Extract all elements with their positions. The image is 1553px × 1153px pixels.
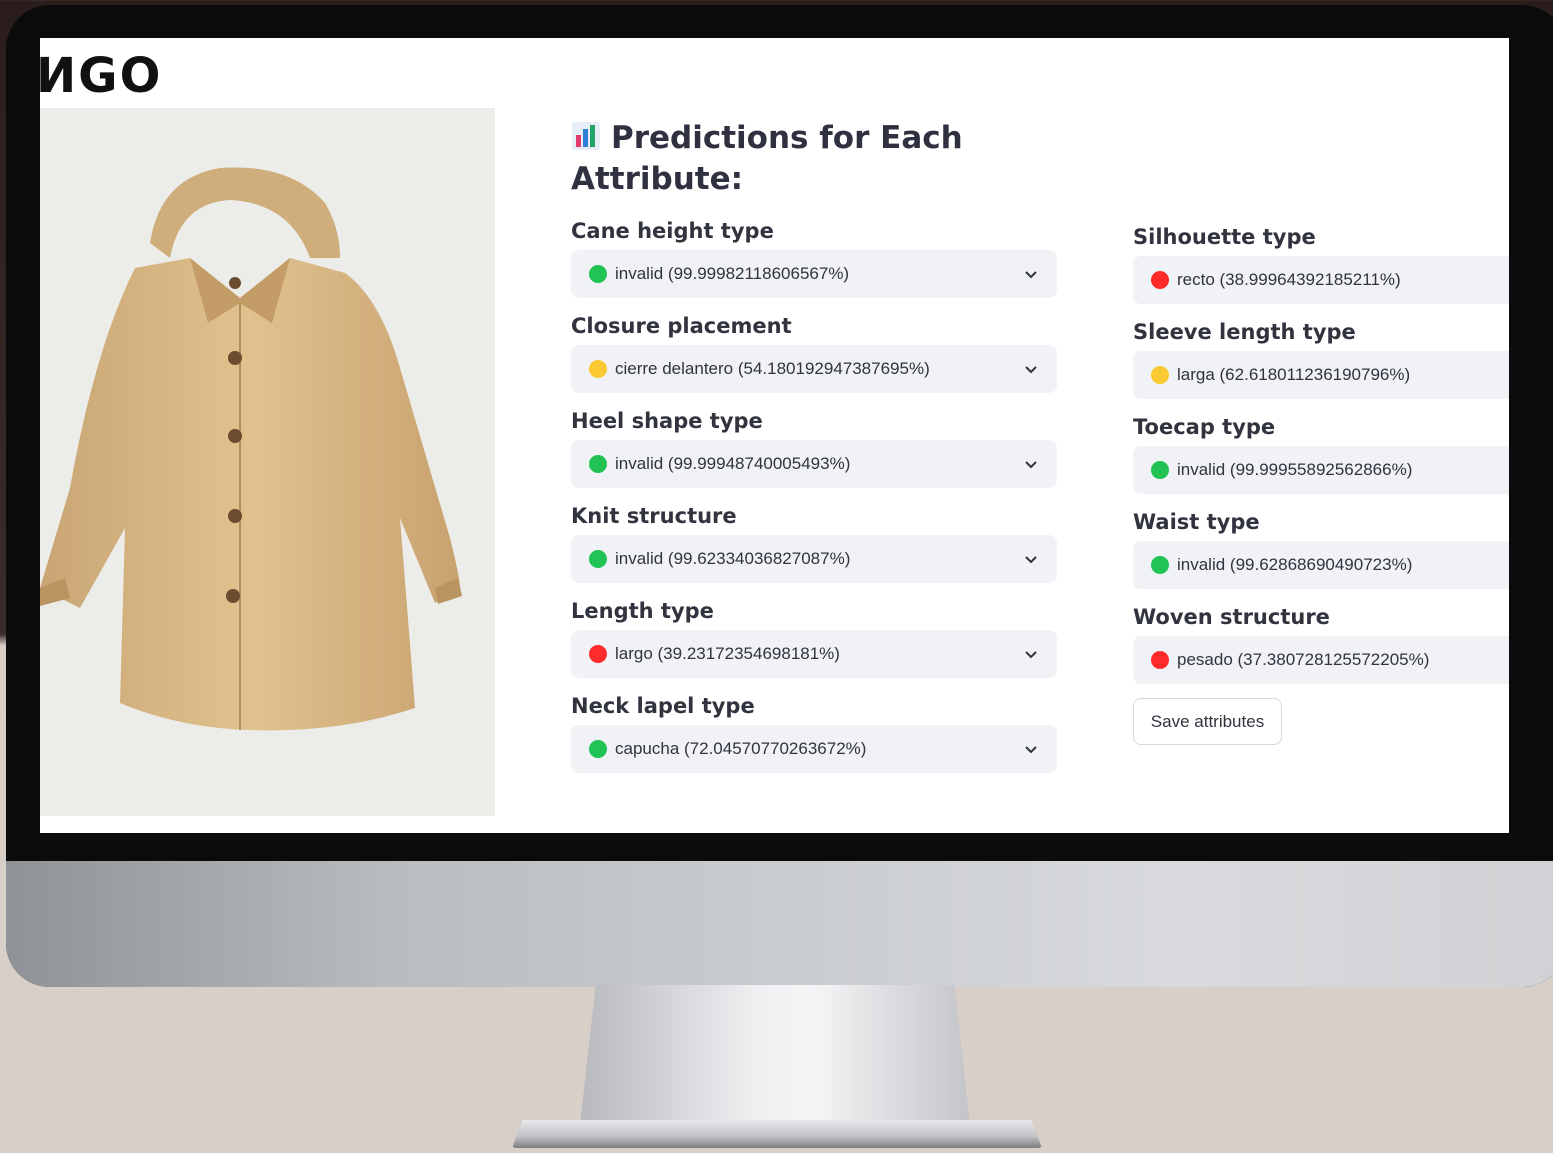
status-dot-icon — [1151, 271, 1169, 289]
status-dot-icon — [1151, 461, 1169, 479]
app-screen: ИGO Predictions for Each Attribute: Cane… — [40, 38, 1509, 833]
attribute-select[interactable]: recto (38.99964392185211%) — [1133, 256, 1509, 304]
attribute-label: Toecap type — [1133, 415, 1276, 439]
chevron-down-icon — [1025, 366, 1037, 374]
coat-illustration — [40, 167, 462, 731]
attribute-value: invalid (99.99955892562866%) — [1177, 460, 1413, 479]
attribute-field: Knit structure invalid (99.62334036827087… — [571, 501, 1057, 583]
attribute-select[interactable]: largo (39.23172354698181%) — [571, 630, 1057, 678]
attribute-field: Length type largo (39.23172354698181%) — [571, 596, 1057, 678]
status-dot-icon — [1151, 366, 1169, 384]
attribute-select[interactable]: invalid (99.99948740005493%) — [571, 440, 1057, 488]
attribute-value: invalid (99.62334036827087%) — [615, 549, 851, 568]
attribute-label: Silhouette type — [1133, 225, 1316, 249]
status-dot-icon — [589, 265, 607, 283]
attribute-field: Closure placement cierre delantero (54.18… — [571, 311, 1057, 393]
attribute-label: Woven structure — [1133, 605, 1330, 629]
brand-logo: ИGO — [40, 48, 163, 104]
bar-chart-icon — [572, 122, 600, 150]
attribute-label: Waist type — [1133, 510, 1260, 534]
attribute-label: Knit structure — [571, 504, 737, 528]
attribute-label: Heel shape type — [571, 409, 763, 433]
attribute-label: Length type — [571, 599, 714, 623]
monitor-stand — [580, 985, 970, 1125]
status-dot-icon — [589, 360, 607, 378]
product-image — [40, 108, 495, 816]
attribute-field: Heel shape type invalid (99.9994874000549… — [571, 406, 1057, 488]
monitor-chin — [6, 861, 1553, 987]
chevron-down-icon — [1025, 556, 1037, 564]
attribute-select[interactable]: invalid (99.62868690490723%) — [1133, 541, 1509, 589]
attribute-select[interactable]: invalid (99.99982118606567%) — [571, 250, 1057, 298]
status-dot-icon — [589, 740, 607, 758]
attribute-value: larga (62.618011236190796%) — [1177, 365, 1411, 384]
page-title-text: Predictions for Each Attribute: — [571, 120, 963, 197]
status-dot-icon — [1151, 556, 1169, 574]
attribute-select[interactable]: capucha (72.04570770263672%) — [571, 725, 1057, 773]
attribute-field: Sleeve length type larga (62.618011236190… — [1133, 317, 1509, 399]
chevron-down-icon — [1025, 746, 1037, 754]
attribute-field: Woven structure pesado (37.38072812557220… — [1133, 602, 1509, 684]
attribute-field: Waist type invalid (99.62868690490723%) — [1133, 507, 1509, 589]
attribute-label: Sleeve length type — [1133, 320, 1356, 344]
attribute-field: Silhouette type recto (38.99964392185211%… — [1133, 222, 1509, 304]
attribute-field: Neck lapel type capucha (72.0457077026367… — [571, 691, 1057, 773]
attribute-select[interactable]: cierre delantero (54.180192947387695%) — [571, 345, 1057, 393]
attribute-label: Closure placement — [571, 314, 792, 338]
chevron-down-icon — [1025, 271, 1037, 279]
attribute-value: invalid (99.62868690490723%) — [1177, 555, 1413, 574]
attribute-select[interactable]: pesado (37.380728125572205%) — [1133, 636, 1509, 684]
status-dot-icon — [1151, 651, 1169, 669]
attribute-value: recto (38.99964392185211%) — [1177, 270, 1401, 289]
save-attributes-button[interactable]: Save attributes — [1133, 698, 1282, 745]
status-dot-icon — [589, 455, 607, 473]
attribute-value: invalid (99.99948740005493%) — [615, 454, 851, 473]
attribute-label: Cane height type — [571, 219, 774, 243]
attribute-value: cierre delantero (54.180192947387695%) — [615, 359, 930, 378]
attribute-select[interactable]: invalid (99.62334036827087%) — [571, 535, 1057, 583]
chevron-down-icon — [1025, 651, 1037, 659]
attribute-value: pesado (37.380728125572205%) — [1177, 650, 1430, 669]
attribute-select[interactable]: invalid (99.99955892562866%) — [1133, 446, 1509, 494]
status-dot-icon — [589, 645, 607, 663]
chevron-down-icon — [1025, 461, 1037, 469]
attribute-field: Cane height type invalid (99.999821186065… — [571, 216, 1057, 298]
attribute-label: Neck lapel type — [571, 694, 755, 718]
attribute-select[interactable]: larga (62.618011236190796%) — [1133, 351, 1509, 399]
attribute-value: capucha (72.04570770263672%) — [615, 739, 867, 758]
attribute-field: Toecap type invalid (99.99955892562866%) — [1133, 412, 1509, 494]
status-dot-icon — [589, 550, 607, 568]
page-title: Predictions for Each Attribute: — [571, 118, 991, 200]
monitor-stand-base — [512, 1120, 1042, 1148]
attribute-value: largo (39.23172354698181%) — [615, 644, 840, 663]
attribute-value: invalid (99.99982118606567%) — [615, 264, 850, 283]
